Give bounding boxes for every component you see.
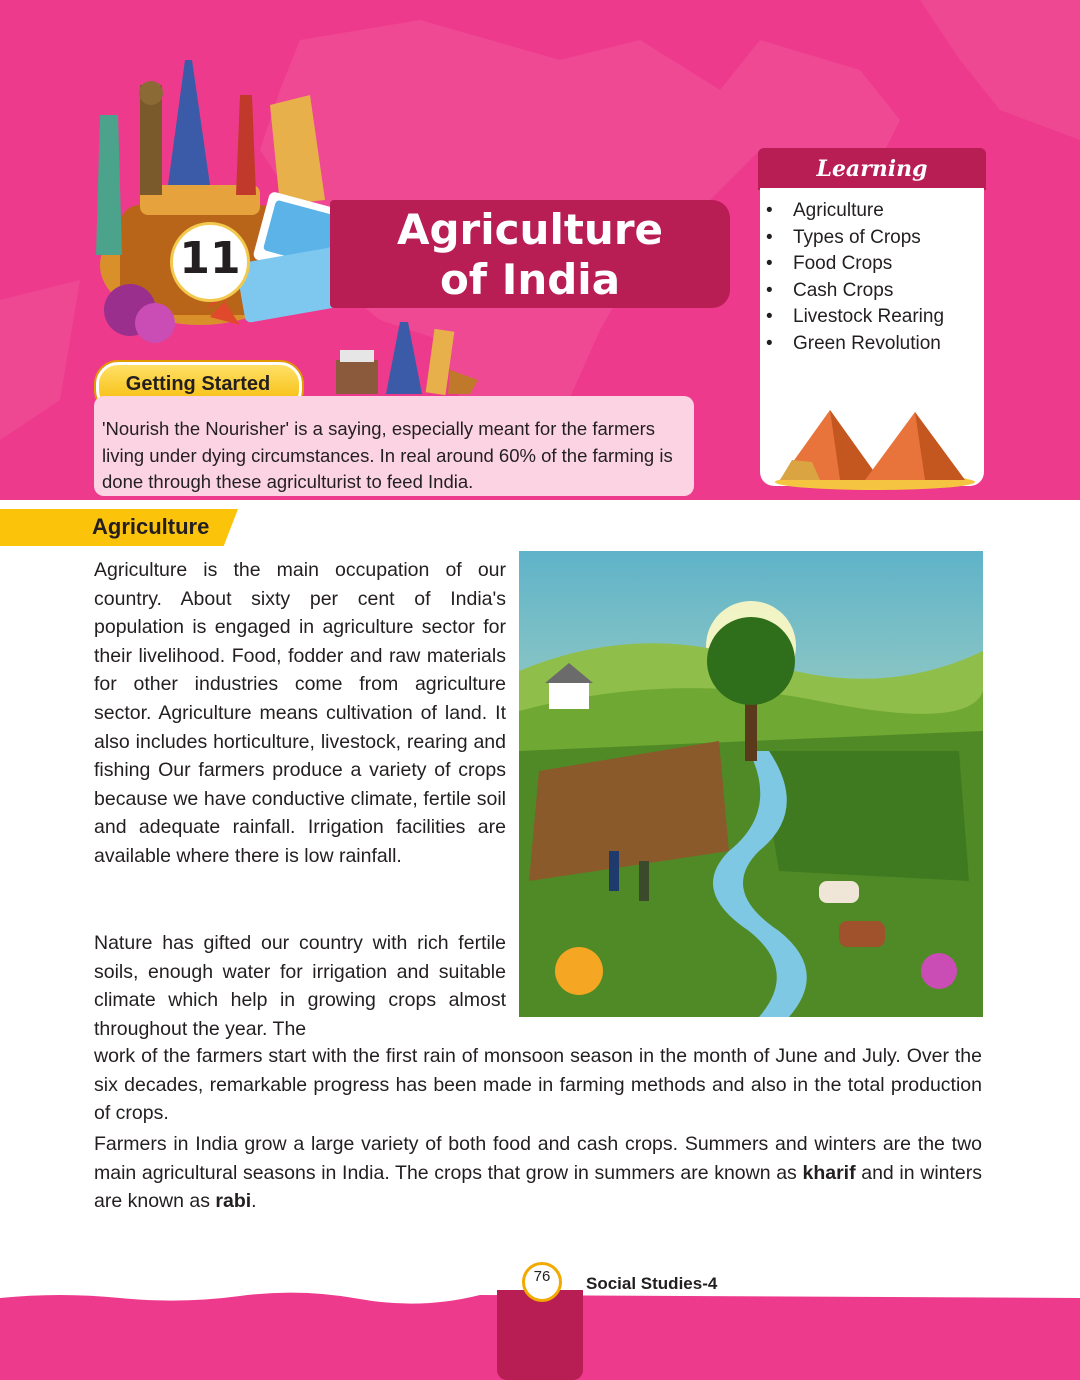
section-heading: Agriculture <box>92 514 210 539</box>
farm-landscape-illustration <box>519 551 983 1017</box>
term-kharif: kharif <box>802 1161 856 1184</box>
learning-outcome-item: Green Revolution <box>764 331 944 358</box>
pyramids-illustration <box>775 410 975 490</box>
chapter-title: Agriculture of India <box>360 205 700 305</box>
paragraph: Nature has gifted our country with rich … <box>94 932 506 1040</box>
learning-outcome-item: Types of Crops <box>764 225 944 252</box>
book-title: Social Studies-4 <box>586 1274 718 1293</box>
chapter-title-line2: of India <box>439 255 621 304</box>
learning-outcome-item: Food Crops <box>764 251 944 278</box>
term-rabi: rabi <box>215 1190 252 1213</box>
paragraph-text: . <box>251 1190 257 1213</box>
paragraph: Farmers in India grow a large variety of… <box>94 1130 982 1216</box>
chapter-number: 11 <box>179 233 241 284</box>
paragraph: Agriculture is the main occupation of ou… <box>94 559 506 867</box>
world-monuments-illustration <box>96 60 347 343</box>
learning-outcome-item: Agriculture <box>764 198 944 225</box>
learning-outcome-item: Livestock Rearing <box>764 304 944 331</box>
paragraph: work of the farmers start with the first… <box>94 1045 982 1125</box>
getting-started-text: 'Nourish the Nourisher' is a saying, esp… <box>102 418 673 492</box>
learning-outcomes-list: Agriculture Types of Crops Food Crops Ca… <box>764 198 944 357</box>
getting-started-label: Getting Started <box>125 373 271 395</box>
page-number: 76 <box>533 1268 551 1285</box>
footer-band <box>0 1290 1080 1380</box>
chapter-title-line1: Agriculture <box>396 205 664 254</box>
learning-outcome-item: Cash Crops <box>764 278 944 305</box>
mini-monuments-icon <box>336 322 478 396</box>
